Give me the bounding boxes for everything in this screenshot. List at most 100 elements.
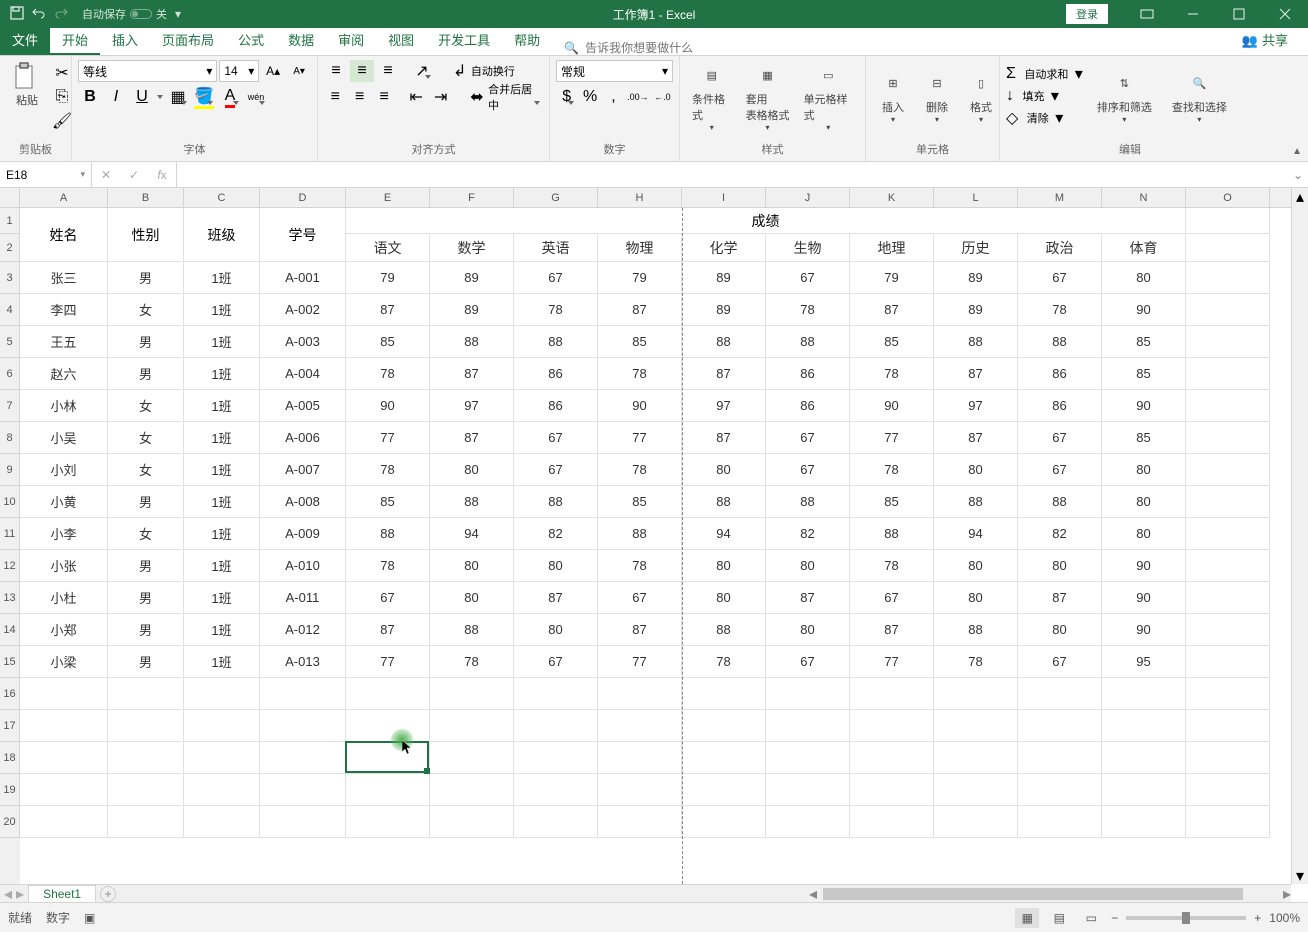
cell[interactable]: 90 — [1102, 582, 1186, 614]
column-header[interactable]: J — [766, 188, 850, 207]
header-cell[interactable]: 物理 — [598, 234, 682, 262]
cell[interactable]: A-006 — [260, 422, 346, 454]
view-page-layout-icon[interactable]: ▤ — [1047, 908, 1071, 928]
cell[interactable]: 79 — [346, 262, 430, 294]
row-header[interactable]: 12 — [0, 550, 20, 582]
cell[interactable] — [108, 774, 184, 806]
cell[interactable]: 86 — [766, 358, 850, 390]
sheet-nav-next-icon[interactable]: ▸ — [16, 884, 24, 904]
cell[interactable] — [184, 774, 260, 806]
cell[interactable]: 90 — [1102, 550, 1186, 582]
cell[interactable]: 1班 — [184, 486, 260, 518]
cell[interactable]: 87 — [850, 294, 934, 326]
cell[interactable] — [346, 678, 430, 710]
cell[interactable] — [934, 710, 1018, 742]
vertical-scrollbar[interactable]: ▴ ▾ — [1291, 188, 1308, 884]
cell[interactable]: 1班 — [184, 390, 260, 422]
cell[interactable]: 男 — [108, 262, 184, 294]
cell[interactable]: 97 — [682, 390, 766, 422]
accounting-button[interactable]: $ — [556, 86, 577, 108]
cell[interactable]: 78 — [598, 358, 682, 390]
expand-formula-bar-icon[interactable]: ⌄ — [1288, 162, 1308, 187]
row-header[interactable]: 16 — [0, 678, 20, 710]
row-header[interactable]: 11 — [0, 518, 20, 550]
tab-review[interactable]: 审阅 — [326, 27, 376, 55]
column-header[interactable]: I — [682, 188, 766, 207]
header-cell[interactable]: 生物 — [766, 234, 850, 262]
cell[interactable] — [1186, 646, 1270, 678]
cell[interactable]: 80 — [682, 550, 766, 582]
zoom-in-icon[interactable]: + — [1254, 911, 1261, 925]
column-header[interactable]: F — [430, 188, 514, 207]
fill-button[interactable]: ↓ 填充 ▾ — [1006, 86, 1083, 106]
tab-file[interactable]: 文件 — [0, 27, 50, 55]
cut-button[interactable]: ✂ — [50, 62, 74, 84]
cell[interactable]: 80 — [430, 550, 514, 582]
cell[interactable]: 77 — [598, 422, 682, 454]
row-header[interactable]: 18 — [0, 742, 20, 774]
cell[interactable]: 88 — [934, 486, 1018, 518]
copy-button[interactable]: ⎘ — [50, 86, 74, 108]
column-header[interactable]: O — [1186, 188, 1270, 207]
cell[interactable]: 78 — [850, 454, 934, 486]
cell[interactable] — [260, 806, 346, 838]
cell[interactable]: 86 — [766, 390, 850, 422]
cell[interactable] — [934, 678, 1018, 710]
cell[interactable] — [1186, 422, 1270, 454]
cell[interactable] — [766, 678, 850, 710]
row-header[interactable]: 6 — [0, 358, 20, 390]
cell[interactable]: 85 — [1102, 358, 1186, 390]
cell[interactable] — [108, 806, 184, 838]
cell[interactable]: 88 — [1018, 486, 1102, 518]
column-header[interactable]: N — [1102, 188, 1186, 207]
cell[interactable]: 80 — [1102, 262, 1186, 294]
cell[interactable] — [850, 742, 934, 774]
cell[interactable]: 1班 — [184, 294, 260, 326]
cell[interactable]: 80 — [766, 550, 850, 582]
row-header[interactable]: 1 — [0, 208, 20, 234]
cell[interactable] — [108, 710, 184, 742]
cell[interactable]: 男 — [108, 486, 184, 518]
cell[interactable]: 89 — [682, 262, 766, 294]
cell[interactable]: A-003 — [260, 326, 346, 358]
cell[interactable] — [20, 774, 108, 806]
cell[interactable]: 67 — [766, 646, 850, 678]
cell[interactable]: 女 — [108, 422, 184, 454]
cell[interactable] — [682, 678, 766, 710]
cell[interactable] — [850, 710, 934, 742]
find-select-button[interactable]: 🔍查找和选择▾ — [1166, 67, 1233, 126]
column-header[interactable]: A — [20, 188, 108, 207]
percent-button[interactable]: % — [579, 86, 600, 108]
cell[interactable]: 88 — [430, 486, 514, 518]
header-cell[interactable]: 数学 — [430, 234, 514, 262]
cell[interactable]: 78 — [598, 454, 682, 486]
tab-developer[interactable]: 开发工具 — [426, 27, 502, 55]
cell[interactable]: 77 — [850, 646, 934, 678]
cell[interactable] — [20, 806, 108, 838]
scroll-right-icon[interactable]: ▸ — [1283, 884, 1291, 904]
cell[interactable]: 89 — [934, 262, 1018, 294]
cell[interactable] — [934, 774, 1018, 806]
cell[interactable]: 67 — [1018, 454, 1102, 486]
cell[interactable] — [184, 678, 260, 710]
format-cells-button[interactable]: ▯格式▾ — [960, 67, 1002, 126]
cell[interactable] — [1018, 774, 1102, 806]
font-color-button[interactable]: A — [218, 86, 242, 108]
cell[interactable] — [1186, 326, 1270, 358]
align-bottom-button[interactable]: ≡ — [376, 60, 400, 82]
increase-font-button[interactable]: A▴ — [261, 60, 285, 82]
cell[interactable]: 90 — [1102, 390, 1186, 422]
cell[interactable]: 1班 — [184, 422, 260, 454]
cell[interactable]: 78 — [598, 550, 682, 582]
horizontal-scroll-thumb[interactable] — [823, 888, 1243, 900]
cell[interactable]: 小郑 — [20, 614, 108, 646]
cell[interactable]: 1班 — [184, 326, 260, 358]
cell[interactable]: 男 — [108, 550, 184, 582]
sheet-nav-prev-icon[interactable]: ◂ — [4, 884, 12, 904]
cell[interactable]: 67 — [850, 582, 934, 614]
cell[interactable] — [430, 806, 514, 838]
cell[interactable]: 78 — [346, 550, 430, 582]
cell[interactable]: 87 — [682, 358, 766, 390]
cell[interactable] — [346, 774, 430, 806]
row-header[interactable]: 5 — [0, 326, 20, 358]
